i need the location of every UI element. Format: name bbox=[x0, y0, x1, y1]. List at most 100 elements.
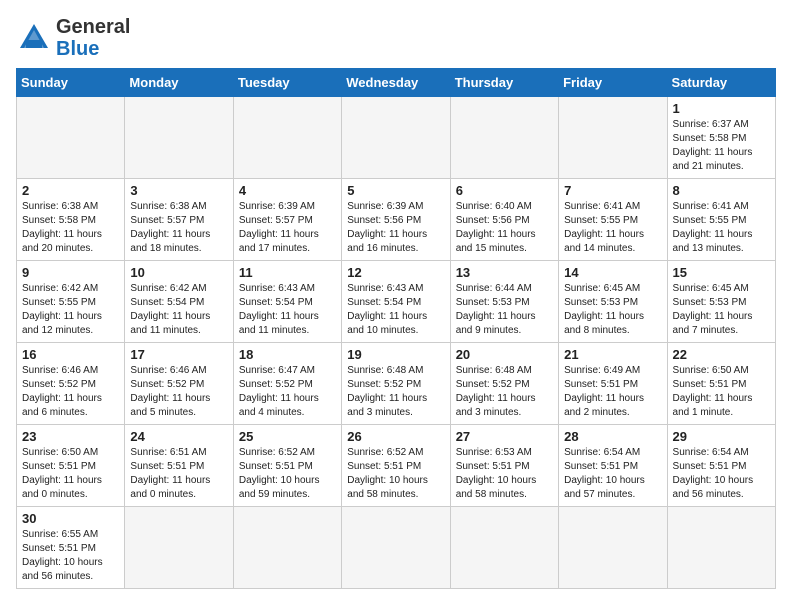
day-info: Sunrise: 6:44 AM Sunset: 5:53 PM Dayligh… bbox=[456, 282, 553, 338]
calendar-cell: 11 Sunrise: 6:43 AM Sunset: 5:54 PM Dayli… bbox=[233, 261, 341, 343]
day-info: Sunrise: 6:52 AM Sunset: 5:51 PM Dayligh… bbox=[239, 446, 336, 502]
day-number: 1 bbox=[673, 101, 770, 116]
calendar-cell: 16 Sunrise: 6:46 AM Sunset: 5:52 PM Dayli… bbox=[17, 343, 125, 425]
calendar-cell bbox=[125, 507, 233, 589]
calendar-cell bbox=[450, 507, 558, 589]
day-info: Sunrise: 6:37 AM Sunset: 5:58 PM Dayligh… bbox=[673, 118, 770, 174]
day-info: Sunrise: 6:38 AM Sunset: 5:57 PM Dayligh… bbox=[130, 200, 227, 256]
day-info: Sunrise: 6:54 AM Sunset: 5:51 PM Dayligh… bbox=[564, 446, 661, 502]
day-info: Sunrise: 6:50 AM Sunset: 5:51 PM Dayligh… bbox=[22, 446, 119, 502]
day-info: Sunrise: 6:48 AM Sunset: 5:52 PM Dayligh… bbox=[456, 364, 553, 420]
day-number: 14 bbox=[564, 265, 661, 280]
calendar-cell bbox=[342, 507, 450, 589]
calendar-cell: 9Sunrise: 6:42 AM Sunset: 5:55 PM Daylig… bbox=[17, 261, 125, 343]
col-header-saturday: Saturday bbox=[667, 69, 775, 97]
day-info: Sunrise: 6:46 AM Sunset: 5:52 PM Dayligh… bbox=[130, 364, 227, 420]
day-number: 26 bbox=[347, 429, 444, 444]
day-number: 21 bbox=[564, 347, 661, 362]
day-info: Sunrise: 6:51 AM Sunset: 5:51 PM Dayligh… bbox=[130, 446, 227, 502]
day-number: 11 bbox=[239, 265, 336, 280]
day-number: 22 bbox=[673, 347, 770, 362]
calendar-week-row: 9Sunrise: 6:42 AM Sunset: 5:55 PM Daylig… bbox=[17, 261, 776, 343]
day-info: Sunrise: 6:54 AM Sunset: 5:51 PM Dayligh… bbox=[673, 446, 770, 502]
day-number: 7 bbox=[564, 183, 661, 198]
calendar-cell: 15Sunrise: 6:45 AM Sunset: 5:53 PM Dayli… bbox=[667, 261, 775, 343]
calendar-cell: 12 Sunrise: 6:43 AM Sunset: 5:54 PM Dayli… bbox=[342, 261, 450, 343]
calendar-cell: 4Sunrise: 6:39 AM Sunset: 5:57 PM Daylig… bbox=[233, 179, 341, 261]
calendar-cell: 28 Sunrise: 6:54 AM Sunset: 5:51 PM Dayli… bbox=[559, 425, 667, 507]
calendar-cell: 10Sunrise: 6:42 AM Sunset: 5:54 PM Dayli… bbox=[125, 261, 233, 343]
day-number: 12 bbox=[347, 265, 444, 280]
logo-text: General Blue bbox=[56, 16, 130, 60]
day-info: Sunrise: 6:45 AM Sunset: 5:53 PM Dayligh… bbox=[564, 282, 661, 338]
day-number: 6 bbox=[456, 183, 553, 198]
day-info: Sunrise: 6:46 AM Sunset: 5:52 PM Dayligh… bbox=[22, 364, 119, 420]
calendar-cell: 27 Sunrise: 6:53 AM Sunset: 5:51 PM Dayli… bbox=[450, 425, 558, 507]
day-info: Sunrise: 6:49 AM Sunset: 5:51 PM Dayligh… bbox=[564, 364, 661, 420]
calendar-cell: 3 Sunrise: 6:38 AM Sunset: 5:57 PM Daylig… bbox=[125, 179, 233, 261]
calendar-cell: 20 Sunrise: 6:48 AM Sunset: 5:52 PM Dayli… bbox=[450, 343, 558, 425]
day-number: 23 bbox=[22, 429, 119, 444]
calendar-cell bbox=[342, 97, 450, 179]
day-info: Sunrise: 6:40 AM Sunset: 5:56 PM Dayligh… bbox=[456, 200, 553, 256]
calendar-cell: 22Sunrise: 6:50 AM Sunset: 5:51 PM Dayli… bbox=[667, 343, 775, 425]
col-header-thursday: Thursday bbox=[450, 69, 558, 97]
day-number: 27 bbox=[456, 429, 553, 444]
calendar-cell: 17 Sunrise: 6:46 AM Sunset: 5:52 PM Dayli… bbox=[125, 343, 233, 425]
day-info: Sunrise: 6:55 AM Sunset: 5:51 PM Dayligh… bbox=[22, 528, 119, 584]
calendar-cell: 23 Sunrise: 6:50 AM Sunset: 5:51 PM Dayli… bbox=[17, 425, 125, 507]
calendar-cell bbox=[233, 507, 341, 589]
calendar-cell: 26 Sunrise: 6:52 AM Sunset: 5:51 PM Dayli… bbox=[342, 425, 450, 507]
page-header: General Blue bbox=[16, 16, 776, 60]
day-number: 4 bbox=[239, 183, 336, 198]
day-number: 20 bbox=[456, 347, 553, 362]
day-info: Sunrise: 6:38 AM Sunset: 5:58 PM Dayligh… bbox=[22, 200, 119, 256]
day-number: 13 bbox=[456, 265, 553, 280]
day-info: Sunrise: 6:53 AM Sunset: 5:51 PM Dayligh… bbox=[456, 446, 553, 502]
day-number: 3 bbox=[130, 183, 227, 198]
calendar-cell bbox=[233, 97, 341, 179]
day-info: Sunrise: 6:48 AM Sunset: 5:52 PM Dayligh… bbox=[347, 364, 444, 420]
calendar-cell: 7Sunrise: 6:41 AM Sunset: 5:55 PM Daylig… bbox=[559, 179, 667, 261]
logo-blue: Blue bbox=[56, 38, 99, 60]
day-info: Sunrise: 6:42 AM Sunset: 5:54 PM Dayligh… bbox=[130, 282, 227, 338]
calendar-cell bbox=[17, 97, 125, 179]
day-number: 17 bbox=[130, 347, 227, 362]
calendar-week-row: 2 Sunrise: 6:38 AM Sunset: 5:58 PM Daylig… bbox=[17, 179, 776, 261]
col-header-monday: Monday bbox=[125, 69, 233, 97]
logo-icon bbox=[16, 20, 52, 56]
day-number: 5 bbox=[347, 183, 444, 198]
calendar-cell: 30 Sunrise: 6:55 AM Sunset: 5:51 PM Dayli… bbox=[17, 507, 125, 589]
calendar-cell: 14 Sunrise: 6:45 AM Sunset: 5:53 PM Dayli… bbox=[559, 261, 667, 343]
day-number: 16 bbox=[22, 347, 119, 362]
calendar-cell bbox=[559, 507, 667, 589]
col-header-sunday: Sunday bbox=[17, 69, 125, 97]
day-number: 28 bbox=[564, 429, 661, 444]
calendar-cell: 5Sunrise: 6:39 AM Sunset: 5:56 PM Daylig… bbox=[342, 179, 450, 261]
day-info: Sunrise: 6:45 AM Sunset: 5:53 PM Dayligh… bbox=[673, 282, 770, 338]
calendar-cell: 8Sunrise: 6:41 AM Sunset: 5:55 PM Daylig… bbox=[667, 179, 775, 261]
calendar-cell: 21 Sunrise: 6:49 AM Sunset: 5:51 PM Dayli… bbox=[559, 343, 667, 425]
day-number: 25 bbox=[239, 429, 336, 444]
calendar-cell: 1 Sunrise: 6:37 AM Sunset: 5:58 PM Daylig… bbox=[667, 97, 775, 179]
calendar-cell: 19 Sunrise: 6:48 AM Sunset: 5:52 PM Dayli… bbox=[342, 343, 450, 425]
day-info: Sunrise: 6:43 AM Sunset: 5:54 PM Dayligh… bbox=[239, 282, 336, 338]
day-number: 9 bbox=[22, 265, 119, 280]
calendar-cell: 2 Sunrise: 6:38 AM Sunset: 5:58 PM Daylig… bbox=[17, 179, 125, 261]
day-number: 2 bbox=[22, 183, 119, 198]
logo-general: General bbox=[56, 16, 130, 38]
calendar-cell: 6 Sunrise: 6:40 AM Sunset: 5:56 PM Daylig… bbox=[450, 179, 558, 261]
day-number: 30 bbox=[22, 511, 119, 526]
day-number: 19 bbox=[347, 347, 444, 362]
calendar-cell: 24Sunrise: 6:51 AM Sunset: 5:51 PM Dayli… bbox=[125, 425, 233, 507]
calendar-cell bbox=[559, 97, 667, 179]
calendar-cell bbox=[125, 97, 233, 179]
day-info: Sunrise: 6:43 AM Sunset: 5:54 PM Dayligh… bbox=[347, 282, 444, 338]
calendar-cell bbox=[450, 97, 558, 179]
day-info: Sunrise: 6:52 AM Sunset: 5:51 PM Dayligh… bbox=[347, 446, 444, 502]
calendar-week-row: 16 Sunrise: 6:46 AM Sunset: 5:52 PM Dayli… bbox=[17, 343, 776, 425]
calendar-week-row: 23 Sunrise: 6:50 AM Sunset: 5:51 PM Dayli… bbox=[17, 425, 776, 507]
calendar-cell: 18Sunrise: 6:47 AM Sunset: 5:52 PM Dayli… bbox=[233, 343, 341, 425]
calendar-cell bbox=[667, 507, 775, 589]
day-info: Sunrise: 6:41 AM Sunset: 5:55 PM Dayligh… bbox=[673, 200, 770, 256]
